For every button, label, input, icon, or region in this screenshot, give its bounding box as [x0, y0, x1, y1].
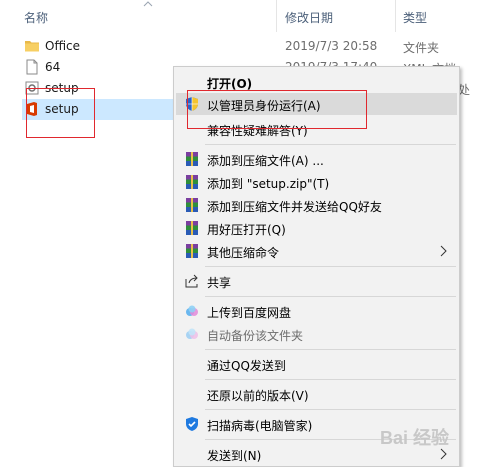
menu-item-label: 上传到百度网盘	[207, 306, 292, 320]
tencent-pc-manager-icon	[186, 417, 198, 431]
column-date-header[interactable]: 修改日期	[285, 9, 333, 26]
menu-separator	[205, 266, 456, 267]
menu-item-send-via-qq[interactable]: 通过QQ发送到	[176, 353, 457, 375]
menu-item-other-compress[interactable]: 其他压缩命令	[176, 240, 457, 262]
menu-item-add-to-setup-zip[interactable]: 添加到 "setup.zip"(T)	[176, 171, 457, 193]
highlight-box-run-as-admin	[187, 90, 367, 129]
menu-item-label: 自动备份该文件夹	[207, 329, 304, 343]
winrar-icon	[186, 175, 198, 189]
menu-item-label: 添加到压缩文件(A) ...	[207, 154, 324, 168]
menu-item-share[interactable]: 共享	[176, 270, 457, 292]
menu-item-auto-backup[interactable]: 自动备份该文件夹	[176, 323, 457, 345]
winrar-icon	[186, 198, 198, 212]
file-date: 2019/7/3 20:58	[285, 39, 378, 53]
menu-item-label: 通过QQ发送到	[207, 359, 286, 373]
menu-item-add-to-archive[interactable]: 添加到压缩文件(A) ...	[176, 148, 457, 170]
menu-separator	[205, 379, 456, 380]
menu-item-label: 共享	[207, 276, 232, 290]
file-type: 文件夹	[403, 41, 440, 55]
menu-separator	[205, 144, 456, 145]
menu-separator	[205, 409, 456, 410]
chevron-right-icon	[440, 245, 447, 257]
menu-item-label: 还原以前的版本(V)	[207, 389, 309, 403]
file-row-office[interactable]: Office 2019/7/3 20:58 文件夹	[22, 36, 482, 57]
menu-separator	[205, 349, 456, 350]
menu-item-label: 用好压打开(Q)	[207, 223, 286, 237]
column-divider[interactable]	[395, 0, 396, 32]
menu-separator	[205, 296, 456, 297]
menu-item-label: 添加到压缩文件并发送给QQ好友	[207, 200, 382, 214]
file-icon	[26, 59, 38, 75]
column-type-header[interactable]: 类型	[403, 9, 427, 26]
menu-item-label: 发送到(N)	[207, 449, 262, 463]
winrar-icon	[186, 244, 198, 258]
baidu-netdisk-icon	[186, 305, 198, 316]
file-name: Office	[45, 39, 81, 53]
menu-item-upload-baidu[interactable]: 上传到百度网盘	[176, 300, 457, 322]
highlight-box-setup	[26, 88, 95, 138]
file-name: 64	[45, 60, 61, 74]
sort-up-icon	[143, 1, 153, 7]
menu-item-label: 扫描病毒(电脑管家)	[207, 419, 313, 433]
column-header-bar: 名称 修改日期 类型	[0, 0, 484, 32]
menu-item-open-with-haozip[interactable]: 用好压打开(Q)	[176, 217, 457, 239]
winrar-icon	[186, 221, 198, 235]
folder-icon	[25, 41, 39, 52]
watermark: Bai 经验	[380, 428, 450, 448]
share-icon	[185, 274, 198, 288]
menu-item-label: 添加到 "setup.zip"(T)	[207, 177, 330, 191]
baidu-netdisk-icon	[186, 328, 198, 339]
column-name-header[interactable]: 名称	[24, 9, 48, 26]
winrar-icon	[186, 152, 198, 166]
column-divider[interactable]	[276, 0, 277, 32]
menu-item-restore-previous[interactable]: 还原以前的版本(V)	[176, 383, 457, 405]
menu-item-label: 其他压缩命令	[207, 246, 280, 260]
menu-item-add-and-send-qq[interactable]: 添加到压缩文件并发送给QQ好友	[176, 194, 457, 216]
